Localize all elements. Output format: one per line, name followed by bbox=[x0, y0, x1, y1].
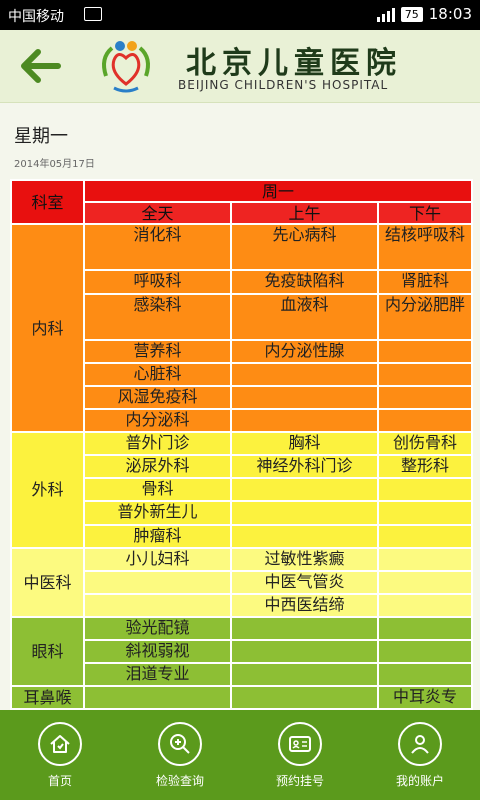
clinic-cell[interactable]: 先心病科 bbox=[230, 223, 379, 272]
status-bar: 中国移动 75 18:03 bbox=[0, 0, 480, 30]
clinic-cell bbox=[230, 477, 379, 503]
clinic-cell[interactable]: 创伤骨科 bbox=[376, 431, 474, 457]
clinic-cell[interactable]: 消化科 bbox=[83, 223, 232, 272]
clinic-cell bbox=[230, 385, 379, 411]
clinic-cell bbox=[230, 661, 379, 687]
clinic-cell bbox=[376, 615, 474, 641]
clinic-cell bbox=[376, 661, 474, 687]
clinic-cell[interactable]: 结核呼吸科 bbox=[376, 223, 474, 272]
tab-account-label: 我的账户 bbox=[395, 774, 444, 788]
dept-tcm: 中医科 bbox=[10, 546, 85, 618]
user-icon bbox=[411, 735, 429, 754]
tab-home[interactable]: 首页 bbox=[0, 710, 120, 800]
clinic-cell bbox=[230, 615, 379, 641]
tab-check-label: 检验查询 bbox=[155, 774, 204, 788]
clinic-cell[interactable]: 神经外科门诊 bbox=[230, 454, 379, 480]
clinic-cell[interactable]: 肿瘤科 bbox=[83, 523, 232, 549]
hospital-logo-icon bbox=[102, 41, 150, 93]
carrier-label: 中国移动 bbox=[8, 9, 64, 25]
clinic-cell[interactable]: 肾脏科 bbox=[376, 269, 474, 296]
image-notification-icon bbox=[84, 7, 102, 21]
clinic-cell[interactable]: 整形科 bbox=[376, 454, 474, 480]
schedule-table: 科室 周一 全天 上午 下午 内科 消化科 先心病科 结核呼吸科 呼吸科 免疫缺… bbox=[10, 178, 474, 711]
page-title: 星期一 bbox=[14, 126, 68, 147]
clinic-cell[interactable]: 呼吸科 bbox=[83, 269, 232, 296]
clinic-cell[interactable]: 心脏科 bbox=[83, 362, 232, 388]
clinic-cell[interactable]: 营养科 bbox=[83, 339, 232, 365]
pm-column-header: 下午 bbox=[376, 201, 474, 226]
clinic-cell bbox=[230, 523, 379, 549]
magnifier-plus-icon bbox=[170, 734, 190, 754]
clinic-cell bbox=[230, 408, 379, 434]
clinic-cell[interactable]: 内分泌性腺 bbox=[230, 339, 379, 365]
clinic-cell[interactable]: 泪道专业 bbox=[83, 661, 232, 687]
clinic-cell[interactable]: 验光配镜 bbox=[83, 615, 232, 641]
clinic-cell[interactable]: 胸科 bbox=[230, 431, 379, 457]
tab-account[interactable]: 我的账户 bbox=[360, 710, 480, 800]
am-column-header: 上午 bbox=[230, 201, 379, 226]
clinic-cell bbox=[376, 523, 474, 549]
clinic-cell bbox=[376, 339, 474, 365]
clinic-cell[interactable]: 小儿妇科 bbox=[83, 546, 232, 572]
clinic-cell[interactable]: 泌尿外科 bbox=[83, 454, 232, 480]
clinic-cell bbox=[230, 362, 379, 388]
registration-card-icon bbox=[289, 736, 311, 752]
clinic-cell[interactable]: 中医气管炎 bbox=[230, 569, 379, 595]
clinic-cell bbox=[376, 546, 474, 572]
clinic-cell[interactable]: 内分泌肥胖 bbox=[376, 293, 474, 342]
dept-surgery: 外科 bbox=[10, 431, 85, 549]
battery-icon: 75 bbox=[400, 6, 423, 22]
clinic-cell bbox=[376, 592, 474, 618]
clinic-cell bbox=[83, 592, 232, 618]
clinic-cell[interactable]: 斜视弱视 bbox=[83, 638, 232, 664]
app-header: 北京儿童医院 BEIJING CHILDREN'S HOSPITAL bbox=[0, 30, 480, 103]
day-column-header: 周一 bbox=[82, 178, 474, 204]
hospital-name-cn: 北京儿童医院 bbox=[186, 46, 402, 81]
clinic-cell bbox=[230, 684, 379, 711]
dept-internal-medicine: 内科 bbox=[10, 223, 85, 434]
clinic-cell[interactable]: 过敏性紫癜 bbox=[230, 546, 379, 572]
clinic-cell bbox=[83, 684, 232, 711]
allday-column-header: 全天 bbox=[83, 201, 232, 226]
clinic-cell[interactable]: 血液科 bbox=[230, 293, 379, 342]
tab-appointment-label: 预约挂号 bbox=[275, 774, 324, 788]
clinic-cell[interactable]: 骨科 bbox=[83, 477, 232, 503]
clinic-cell[interactable]: 内分泌科 bbox=[83, 408, 232, 434]
clinic-cell[interactable]: 普外新生儿 bbox=[83, 500, 232, 526]
date-label: 2014年05月17日 bbox=[14, 159, 95, 170]
clinic-cell bbox=[376, 638, 474, 664]
clinic-cell[interactable]: 普外门诊 bbox=[83, 431, 232, 457]
clinic-cell[interactable]: 中耳炎专 bbox=[376, 684, 474, 711]
clinic-cell bbox=[230, 638, 379, 664]
tab-appointment[interactable]: 预约挂号 bbox=[240, 710, 360, 800]
clinic-cell bbox=[376, 385, 474, 411]
dept-column-header: 科室 bbox=[10, 178, 85, 226]
clinic-cell bbox=[83, 569, 232, 595]
dept-ent: 耳鼻喉 bbox=[10, 684, 85, 711]
clinic-cell[interactable]: 风湿免疫科 bbox=[83, 385, 232, 411]
back-arrow-icon[interactable] bbox=[18, 46, 62, 86]
dept-ophthalmology: 眼科 bbox=[10, 615, 85, 687]
clinic-cell[interactable]: 免疫缺陷科 bbox=[230, 269, 379, 296]
bottom-tab-bar: 首页 检验查询 预约挂号 我的账户 bbox=[0, 710, 480, 800]
clinic-cell bbox=[376, 408, 474, 434]
clinic-cell bbox=[376, 477, 474, 503]
clock: 18:03 bbox=[428, 5, 472, 23]
home-icon bbox=[50, 735, 70, 753]
clinic-cell bbox=[376, 500, 474, 526]
signal-icon bbox=[376, 6, 395, 22]
clinic-cell[interactable]: 中西医结缔 bbox=[230, 592, 379, 618]
hospital-name-en: BEIJING CHILDREN'S HOSPITAL bbox=[178, 78, 389, 92]
tab-home-label: 首页 bbox=[47, 774, 72, 788]
tab-check[interactable]: 检验查询 bbox=[120, 710, 240, 800]
clinic-cell bbox=[376, 569, 474, 595]
clinic-cell bbox=[230, 500, 379, 526]
clinic-cell[interactable]: 感染科 bbox=[83, 293, 232, 342]
clinic-cell bbox=[376, 362, 474, 388]
